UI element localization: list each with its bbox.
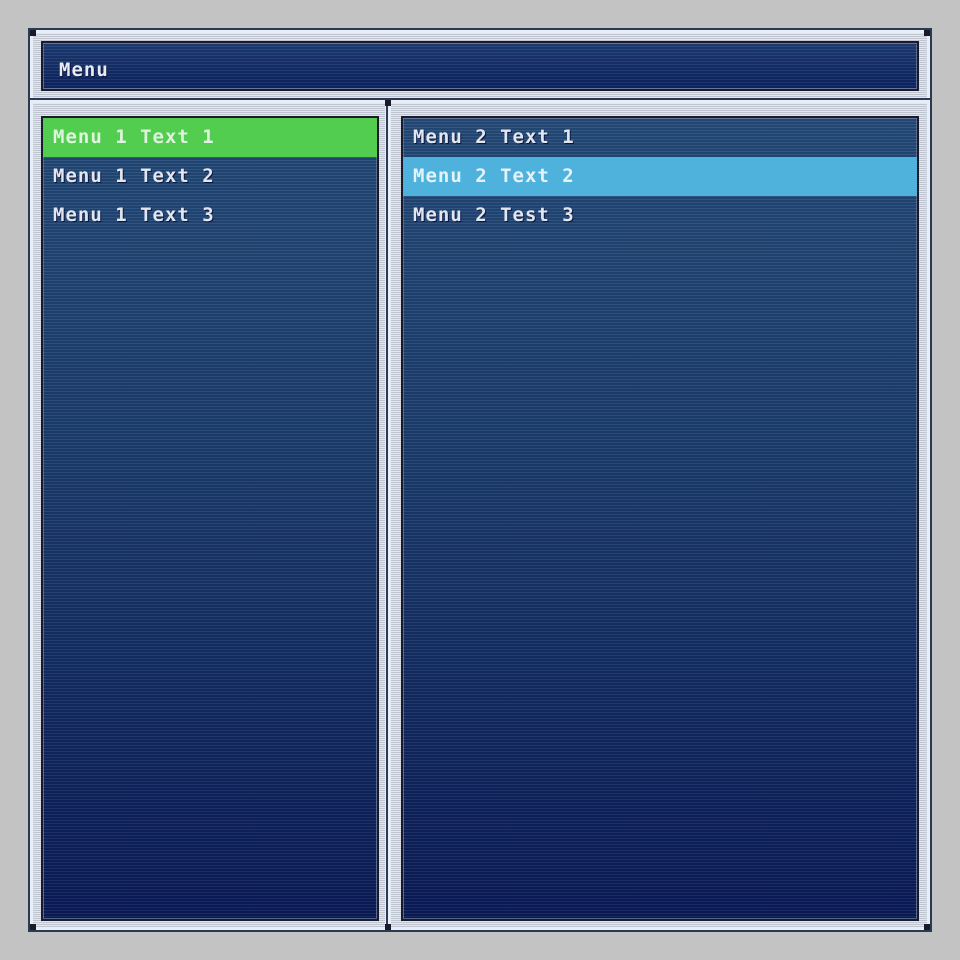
header-title: Menu [59,59,109,81]
menu-1-item-1[interactable]: Menu 1 Text 1 [43,118,377,157]
menu-2-item-3[interactable]: Menu 2 Test 3 [403,196,917,235]
menu-2-frame: Menu 2 Text 1 Menu 2 Text 2 Menu 2 Test … [386,98,932,932]
frame-corner [30,30,36,36]
menu-2-panel: Menu 2 Text 1 Menu 2 Text 2 Menu 2 Test … [401,116,919,921]
menu-2-list: Menu 2 Text 1 Menu 2 Text 2 Menu 2 Test … [403,118,917,235]
menu-1-item-2[interactable]: Menu 1 Text 2 [43,157,377,196]
frame-corner [385,100,391,106]
game-menu-screen: Menu Menu 1 Text 1 Menu 1 Text 2 Menu 1 … [0,0,960,960]
menu-1-panel: Menu 1 Text 1 Menu 1 Text 2 Menu 1 Text … [41,116,379,921]
menu-1-list: Menu 1 Text 1 Menu 1 Text 2 Menu 1 Text … [43,118,377,235]
frame-corner [924,30,930,36]
header-panel: Menu [41,41,919,91]
frame-corner [924,924,930,930]
menu-1-item-3[interactable]: Menu 1 Text 3 [43,196,377,235]
menu-2-item-1[interactable]: Menu 2 Text 1 [403,118,917,157]
header-frame: Menu [28,28,932,104]
frame-corner [385,924,391,930]
menu-2-item-2[interactable]: Menu 2 Text 2 [403,157,917,196]
menu-1-frame: Menu 1 Text 1 Menu 1 Text 2 Menu 1 Text … [28,98,390,932]
frame-corner [30,924,36,930]
